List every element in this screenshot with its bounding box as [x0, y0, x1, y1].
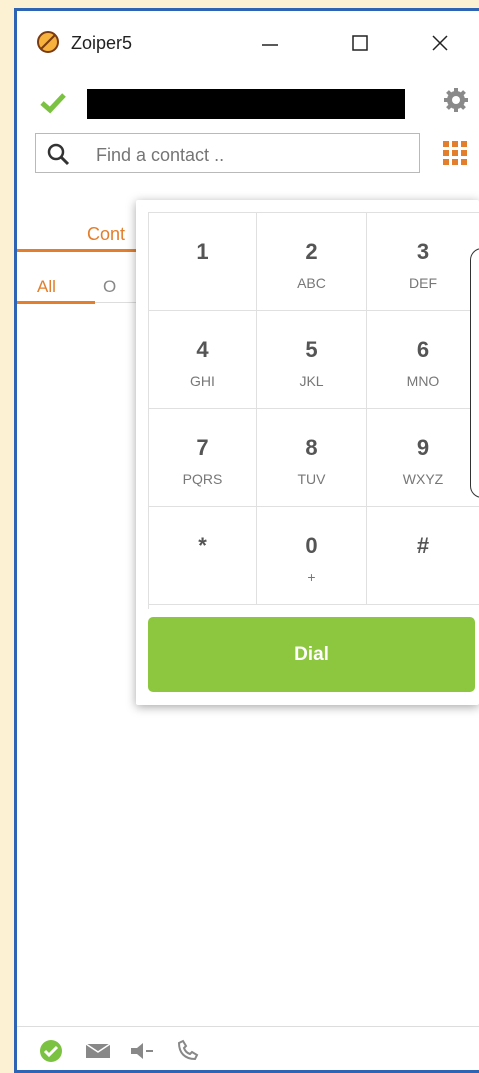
contact-search-box[interactable]: [35, 133, 420, 173]
key-digit: 4: [196, 337, 209, 362]
key-7[interactable]: 7 PQRS: [149, 409, 257, 507]
subtab-active-underline: [17, 301, 95, 304]
search-icon: [47, 143, 70, 166]
footer-divider: [17, 1026, 479, 1027]
status-footer: [17, 1031, 479, 1071]
title-bar: Zoiper5: [17, 11, 479, 73]
key-digit: 2: [305, 239, 318, 264]
popup-pointer: [450, 186, 478, 200]
checkmark-icon: [40, 93, 66, 114]
subtab-other[interactable]: O: [103, 277, 116, 297]
tab-active-underline: [17, 249, 147, 252]
key-digit: 6: [416, 337, 430, 362]
key-digit: *: [198, 533, 207, 558]
maximize-icon: [352, 35, 368, 51]
key-letters: +: [307, 569, 316, 585]
key-digit: 0: [305, 533, 318, 558]
close-icon: [432, 35, 448, 51]
key-letters: MNO: [406, 373, 440, 389]
tab-contacts[interactable]: Cont: [87, 224, 125, 245]
zoiper-logo-icon: [37, 31, 59, 53]
close-button[interactable]: [417, 23, 463, 63]
key-letters: DEF: [409, 275, 437, 291]
account-status-row: [17, 77, 479, 127]
key-6[interactable]: 6 MNO: [367, 311, 479, 409]
key-letters: JKL: [299, 373, 324, 389]
key-letters: WXYZ: [402, 471, 444, 487]
key-2[interactable]: 2 ABC: [257, 213, 367, 311]
status-online-icon[interactable]: [39, 1039, 63, 1063]
maximize-button[interactable]: [337, 23, 383, 63]
key-3[interactable]: 3 DEF: [367, 213, 479, 311]
gear-icon[interactable]: [443, 87, 469, 113]
key-digit: 3: [416, 239, 430, 264]
dialpad-toggle-icon[interactable]: [443, 141, 467, 165]
key-digit: 5: [305, 337, 318, 362]
key-digit: 9: [416, 435, 430, 460]
key-0[interactable]: 0 +: [257, 507, 367, 605]
key-digit: #: [416, 533, 430, 558]
speaker-icon[interactable]: [129, 1039, 155, 1063]
key-9[interactable]: 9 WXYZ: [367, 409, 479, 507]
search-input[interactable]: [94, 144, 398, 167]
minimize-button[interactable]: [247, 23, 293, 63]
key-digit: 7: [196, 435, 209, 460]
key-5[interactable]: 5 JKL: [257, 311, 367, 409]
side-panel-edge: [470, 248, 479, 498]
minimize-icon: [262, 44, 278, 46]
phone-settings-icon[interactable]: [175, 1039, 201, 1063]
key-8[interactable]: 8 TUV: [257, 409, 367, 507]
app-title: Zoiper5: [71, 33, 133, 53]
key-digit: 1: [196, 239, 209, 264]
key-hash[interactable]: #: [367, 507, 479, 605]
key-1[interactable]: 1: [149, 213, 257, 311]
key-letters: ABC: [297, 275, 326, 291]
key-letters: TUV: [297, 471, 326, 487]
keypad-grid: 1 2 ABC 3 DEF 4 GHI 5 JKL 6 MNO 7 PQRS 8 TUV 9 W…: [148, 212, 479, 609]
dial-button[interactable]: Dial: [148, 617, 475, 692]
dialpad-popup: 1 2 ABC 3 DEF 4 GHI 5 JKL 6 MNO 7 PQRS 8 TUV 9 W…: [136, 200, 479, 705]
message-icon[interactable]: [85, 1039, 111, 1063]
key-letters: PQRS: [182, 471, 223, 487]
subtab-all[interactable]: All: [37, 277, 56, 297]
key-star[interactable]: *: [149, 507, 257, 605]
redacted-account-name: [87, 89, 405, 119]
key-letters: GHI: [190, 373, 215, 389]
key-digit: 8: [305, 435, 318, 460]
key-4[interactable]: 4 GHI: [149, 311, 257, 409]
